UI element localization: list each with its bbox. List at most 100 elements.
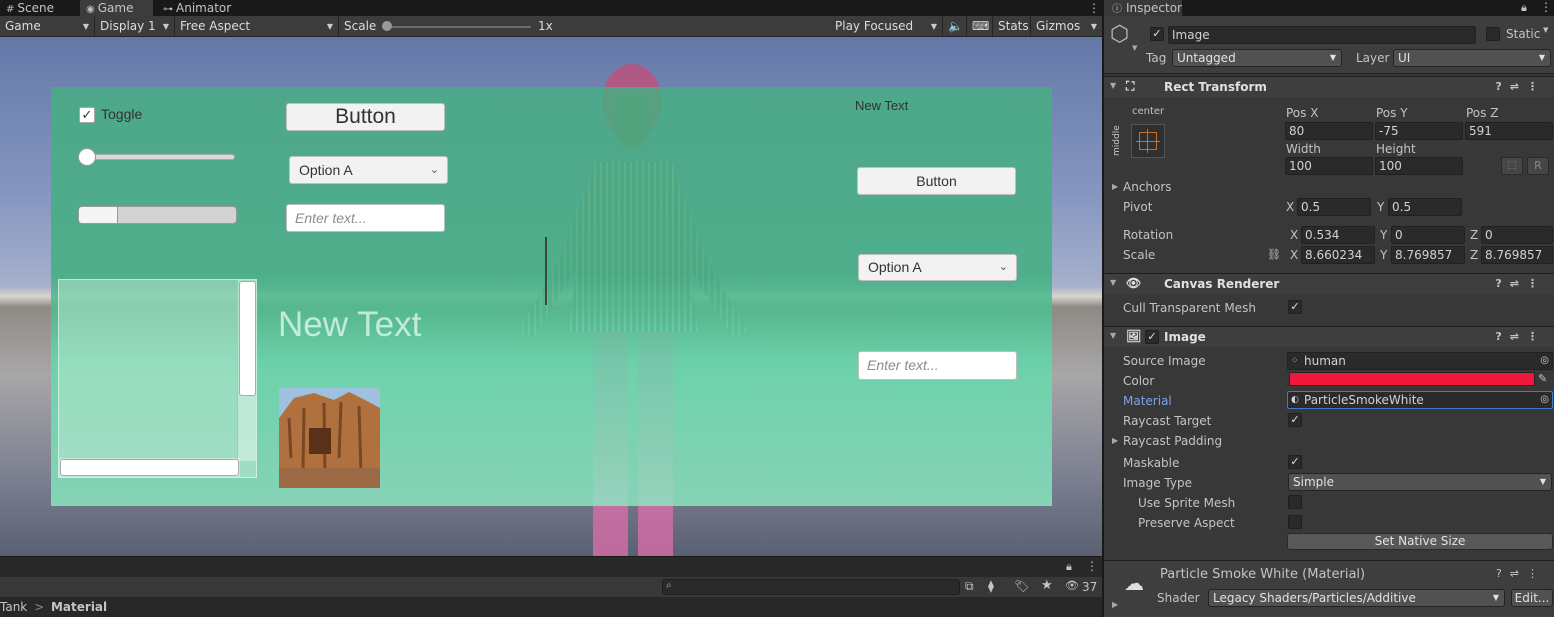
scale-slider-track[interactable]	[387, 26, 531, 28]
preserve-aspect-checkbox[interactable]	[1288, 515, 1302, 529]
tab-animator[interactable]: ⊶ Animator	[157, 0, 237, 16]
height-field[interactable]: 100	[1375, 157, 1463, 175]
width-field[interactable]: 100	[1285, 157, 1373, 175]
scale-label: Scale	[344, 19, 377, 33]
raycast-checkbox[interactable]: ✓	[1288, 413, 1302, 427]
tab-game[interactable]: ◉ Game	[80, 0, 153, 16]
toggle-checkbox[interactable]: ✓	[79, 107, 95, 123]
scale-y-field[interactable]: 8.769857	[1391, 246, 1465, 264]
tab-inspector[interactable]: ⓘ Inspector	[1104, 0, 1182, 16]
lock-icon[interactable]: 🔒︎	[1066, 560, 1072, 574]
component-header-icons[interactable]: ?⇌⋮	[1496, 567, 1546, 580]
dropdown-option-a[interactable]: Option A ⌄	[289, 156, 448, 184]
breadcrumb-parent[interactable]: Tank	[0, 600, 27, 614]
progress-bar	[78, 206, 237, 224]
chevron-down-icon[interactable]: ▼	[1132, 44, 1137, 52]
component-header-icons[interactable]: ?⇌⋮	[1495, 80, 1546, 93]
component-header-icons[interactable]: ?⇌⋮	[1495, 330, 1546, 343]
keyboard-icon[interactable]: ⌨	[967, 16, 993, 37]
raycast-padding-label[interactable]: Raycast Padding	[1123, 434, 1222, 448]
search-input[interactable]: ⌕	[662, 579, 960, 595]
object-name-field[interactable]: Image	[1168, 26, 1476, 44]
static-checkbox[interactable]	[1486, 27, 1500, 41]
lock-icon[interactable]: 🔒︎	[1521, 1, 1527, 15]
material-field[interactable]: ◐ ParticleSmokeWhite ◎	[1287, 391, 1553, 409]
scroll-view[interactable]	[58, 279, 257, 478]
vertical-scrollbar[interactable]	[237, 280, 256, 461]
eyedropper-icon[interactable]: ✎	[1538, 372, 1547, 385]
tag-dropdown[interactable]: Untagged ▼	[1172, 49, 1342, 67]
chevron-down-icon: ▼	[1539, 477, 1546, 486]
fold-arrow-icon[interactable]: ▶	[1112, 436, 1118, 445]
rotation-z-field[interactable]: 0	[1481, 226, 1553, 244]
label-tag-icon[interactable]: 🏷︎	[1014, 579, 1029, 593]
rotation-y-field[interactable]: 0	[1391, 226, 1465, 244]
anchors-label[interactable]: Anchors	[1123, 180, 1172, 194]
source-image-field[interactable]: ⁘ human ◎	[1287, 352, 1553, 370]
breadcrumb-current[interactable]: Material	[51, 600, 107, 614]
maskable-checkbox[interactable]: ✓	[1288, 455, 1302, 469]
filter-type-icon[interactable]: ⧫	[988, 579, 994, 593]
set-native-size-button[interactable]: Set Native Size	[1287, 533, 1553, 550]
raw-edit-button[interactable]: R	[1527, 157, 1549, 175]
horizontal-scrollbar[interactable]	[59, 458, 240, 477]
active-checkbox[interactable]: ✓	[1150, 27, 1164, 41]
layer-dropdown[interactable]: UI ▼	[1393, 49, 1551, 67]
favorite-star-icon[interactable]: ★	[1041, 578, 1053, 593]
more-menu-icon[interactable]: ⋮	[1082, 0, 1100, 16]
tab-scene[interactable]: # Scene	[0, 0, 73, 16]
aspect-dropdown[interactable]: Free Aspect ▼	[175, 16, 339, 37]
object-picker-icon[interactable]: ◎	[1540, 353, 1549, 369]
image-type-dropdown[interactable]: Simple ▼	[1288, 473, 1552, 491]
color-swatch[interactable]	[1289, 372, 1535, 386]
slider-handle[interactable]	[78, 148, 96, 166]
project-panel: 🔒︎ ⋮ ⌕ ⧉ ⧫ 🏷︎ ★ 👁︎ 37 Tank > Material	[0, 556, 1102, 617]
more-menu-icon[interactable]: ⋮	[1086, 559, 1098, 573]
vertical-scrollbar-handle[interactable]	[239, 281, 256, 396]
scale-z-field[interactable]: 8.769857	[1481, 246, 1553, 264]
game-viewport[interactable]: ✓ Toggle Button Option A ⌄ Enter text...	[0, 37, 1102, 556]
fold-arrow-icon[interactable]: ▶	[1112, 600, 1118, 609]
button-right[interactable]: Button	[857, 167, 1016, 195]
object-picker-icon[interactable]: ◎	[1540, 392, 1549, 408]
gizmos-dropdown[interactable]: Gizmos ▼	[1031, 16, 1102, 37]
scale-x-field[interactable]: 8.660234	[1301, 246, 1375, 264]
rect-transform-header[interactable]: ▼ ⛶ Rect Transform ?⇌⋮	[1104, 76, 1554, 97]
posz-field[interactable]: 591	[1465, 122, 1553, 140]
component-header-icons[interactable]: ?⇌⋮	[1495, 277, 1546, 290]
cull-checkbox[interactable]: ✓	[1288, 300, 1302, 314]
mute-audio-icon[interactable]: 🔈	[943, 16, 967, 37]
posy-field[interactable]: -75	[1375, 122, 1463, 140]
slider-track[interactable]	[79, 154, 235, 160]
chevron-down-icon[interactable]: ▼	[1543, 26, 1548, 34]
canvas-renderer-header[interactable]: ▼ 👁︎ Canvas Renderer ?⇌⋮	[1104, 273, 1554, 294]
anchor-preset-button[interactable]	[1131, 124, 1165, 158]
scale-slider-handle[interactable]	[382, 21, 392, 31]
horizontal-scrollbar-handle[interactable]	[60, 459, 239, 476]
shader-dropdown[interactable]: Legacy Shaders/Particles/Additive ▼	[1208, 589, 1505, 607]
posx-field[interactable]: 80	[1285, 122, 1373, 140]
fold-arrow-icon[interactable]: ▶	[1112, 182, 1118, 191]
pivot-x-field[interactable]: 0.5	[1297, 198, 1371, 216]
shader-edit-button[interactable]: Edit...	[1511, 589, 1553, 607]
pivot-y-field[interactable]: 0.5	[1388, 198, 1462, 216]
image-component-icon: 🖼︎	[1126, 329, 1142, 343]
text-input[interactable]: Enter text...	[286, 204, 445, 232]
constrain-proportions-icon[interactable]: ⛓	[1267, 248, 1281, 261]
hidden-count-icon[interactable]: 👁︎	[1065, 579, 1079, 592]
image-header[interactable]: ▼ 🖼︎ ✓ Image ?⇌⋮	[1104, 326, 1554, 347]
static-label: Static	[1506, 27, 1541, 41]
dropdown-right[interactable]: Option A ⌄	[858, 254, 1017, 281]
more-menu-icon[interactable]: ⋮	[1540, 0, 1552, 14]
game-mode-dropdown[interactable]: Game ▼	[0, 16, 95, 37]
search-window-icon[interactable]: ⧉	[965, 579, 974, 594]
stats-button[interactable]: Stats	[993, 16, 1031, 37]
play-mode-dropdown[interactable]: Play Focused ▼	[830, 16, 943, 37]
button-large[interactable]: Button	[286, 103, 445, 131]
text-input-right[interactable]: Enter text...	[858, 351, 1017, 380]
rotation-x-field[interactable]: 0.534	[1301, 226, 1375, 244]
blueprint-mode-icon[interactable]: ⬚	[1501, 157, 1523, 175]
sprite-mesh-checkbox[interactable]	[1288, 495, 1302, 509]
image-enabled-checkbox[interactable]: ✓	[1145, 330, 1159, 344]
display-dropdown[interactable]: Display 1 ▼	[95, 16, 175, 37]
